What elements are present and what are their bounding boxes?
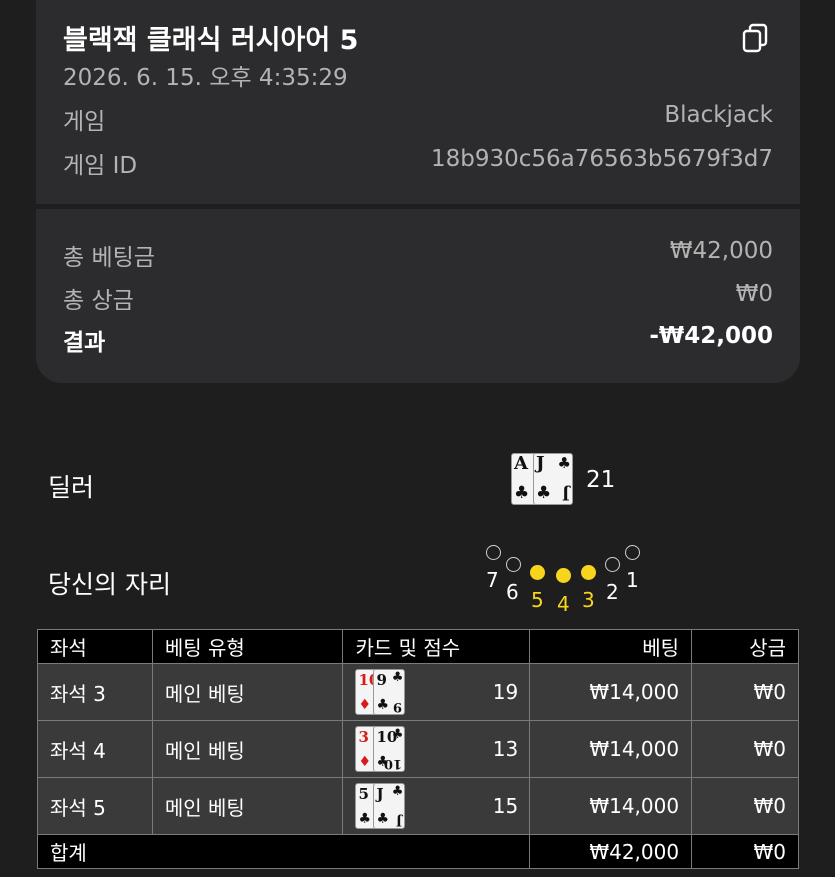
game-label: 게임 <box>63 109 106 135</box>
card-suit: ♣ <box>557 454 571 472</box>
total-bet-label: 총 베팅금 <box>63 245 155 271</box>
win-cell: ₩0 <box>691 663 799 721</box>
cards-cell: 3 ♦ 10 ♣ ♣ 10 13 <box>342 720 531 778</box>
total-win-label: 총 상금 <box>63 288 134 314</box>
seat-number: 3 <box>582 588 595 612</box>
playing-card: J ♣ ♣ J <box>533 453 573 505</box>
seat-cell: 좌석 3 <box>37 663 153 721</box>
card-suit: ♣ <box>391 670 404 685</box>
card-suit: ♦ <box>358 754 371 770</box>
game-value: Blackjack <box>664 102 773 128</box>
total-win: ₩0 <box>691 834 799 869</box>
seat-number: 4 <box>557 592 570 616</box>
column-header: 좌석 <box>37 629 153 664</box>
bet-type-cell: 메인 베팅 <box>151 720 344 778</box>
bet-type-cell: 메인 베팅 <box>151 663 344 721</box>
card-rank: J <box>536 453 545 474</box>
playing-card: J ♣ ♣ J <box>373 783 406 829</box>
card-rank: 3 <box>358 728 369 746</box>
hand-cards: 10 ♦ 9 ♣ ♣ 9 <box>355 668 425 716</box>
seat-4-dot <box>556 568 571 583</box>
total-label: 합계 <box>36 834 531 869</box>
playing-card: 10 ♣ ♣ 10 <box>373 726 406 772</box>
your-seat-label: 당신의 자리 <box>48 570 171 599</box>
card-suit: ♦ <box>358 697 371 713</box>
card-rank: 9 <box>393 699 403 714</box>
cards-cell: 10 ♦ 9 ♣ ♣ 9 19 <box>342 663 531 721</box>
table-row: 좌석 5 메인 베팅 5 ♣ J ♣ ♣ J 15 ₩14,000 ₩0 <box>37 777 799 835</box>
seat-number: 7 <box>486 568 499 592</box>
table-row: 좌석 4 메인 베팅 3 ♦ 10 ♣ ♣ 10 13 ₩14,000 ₩0 <box>37 720 799 778</box>
table-total-row: 합계 ₩42,000 ₩0 <box>36 834 799 869</box>
seat-3-dot <box>581 565 596 580</box>
seat-number: 5 <box>531 588 544 612</box>
game-id-label: 게임 ID <box>63 153 138 179</box>
card-suit: ♣ <box>376 697 389 713</box>
hand-score: 19 <box>492 680 519 704</box>
card-suit: ♣ <box>358 811 371 827</box>
bet-cell: ₩14,000 <box>529 663 693 721</box>
dealer-score: 21 <box>586 467 616 493</box>
total-bet-value: ₩42,000 <box>669 238 773 264</box>
bet-type-cell: 메인 베팅 <box>151 777 344 835</box>
total-bet: ₩42,000 <box>529 834 693 869</box>
bet-cell: ₩14,000 <box>529 720 693 778</box>
game-id-value: 18b930c56a76563b5679f3d7 <box>430 146 773 172</box>
summary-card <box>36 209 800 383</box>
card-suit: ♣ <box>391 784 404 799</box>
win-cell: ₩0 <box>691 777 799 835</box>
table-header-row: 좌석 베팅 유형 카드 및 점수 베팅 상금 <box>37 629 799 664</box>
bets-table: 좌석 베팅 유형 카드 및 점수 베팅 상금 좌석 3 메인 베팅 10 ♦ 9… <box>36 629 799 869</box>
cards-cell: 5 ♣ J ♣ ♣ J 15 <box>342 777 531 835</box>
hand-cards: 5 ♣ J ♣ ♣ J <box>355 782 425 830</box>
card-suit: ♣ <box>391 727 404 742</box>
bet-cell: ₩14,000 <box>529 777 693 835</box>
seat-number: 6 <box>506 580 519 604</box>
seat-cell: 좌석 5 <box>37 777 153 835</box>
card-suit: ♣ <box>376 811 389 827</box>
seat-2-dot <box>605 557 620 572</box>
card-rank: J <box>562 485 570 504</box>
dealer-label: 딜러 <box>48 473 95 502</box>
card-rank: J <box>376 785 384 803</box>
card-rank: 9 <box>376 671 387 689</box>
hand-cards: 3 ♦ 10 ♣ ♣ 10 <box>355 725 425 773</box>
game-datetime: 2026. 6. 15. 오후 4:35:29 <box>63 65 348 91</box>
card-rank: J <box>396 813 403 828</box>
column-header: 베팅 유형 <box>151 629 344 664</box>
total-win-value: ₩0 <box>735 281 773 307</box>
hand-score: 13 <box>492 737 519 761</box>
playing-card: 9 ♣ ♣ 9 <box>373 669 406 715</box>
copy-icon[interactable] <box>741 22 771 54</box>
seat-6-dot <box>506 557 521 572</box>
seat-5-dot <box>530 565 545 580</box>
seat-7-dot <box>486 545 501 560</box>
result-value: -₩42,000 <box>649 323 773 349</box>
page-title: 블랙잭 클래식 러시아어 5 <box>63 25 359 56</box>
card-suit: ♣ <box>536 483 552 503</box>
column-header: 상금 <box>691 629 799 664</box>
result-label: 결과 <box>63 330 106 356</box>
column-header: 베팅 <box>529 629 693 664</box>
card-rank: A <box>514 453 528 474</box>
card-rank: 10 <box>384 756 403 771</box>
card-rank: 5 <box>358 785 369 803</box>
seat-number: 1 <box>626 568 639 592</box>
card-suit: ♣ <box>514 483 530 503</box>
hand-score: 15 <box>492 794 519 818</box>
seat-cell: 좌석 4 <box>37 720 153 778</box>
seat-number: 2 <box>606 580 619 604</box>
seat-1-dot <box>625 545 640 560</box>
column-header: 카드 및 점수 <box>342 629 531 664</box>
table-row: 좌석 3 메인 베팅 10 ♦ 9 ♣ ♣ 9 19 ₩14,000 ₩0 <box>37 663 799 721</box>
win-cell: ₩0 <box>691 720 799 778</box>
